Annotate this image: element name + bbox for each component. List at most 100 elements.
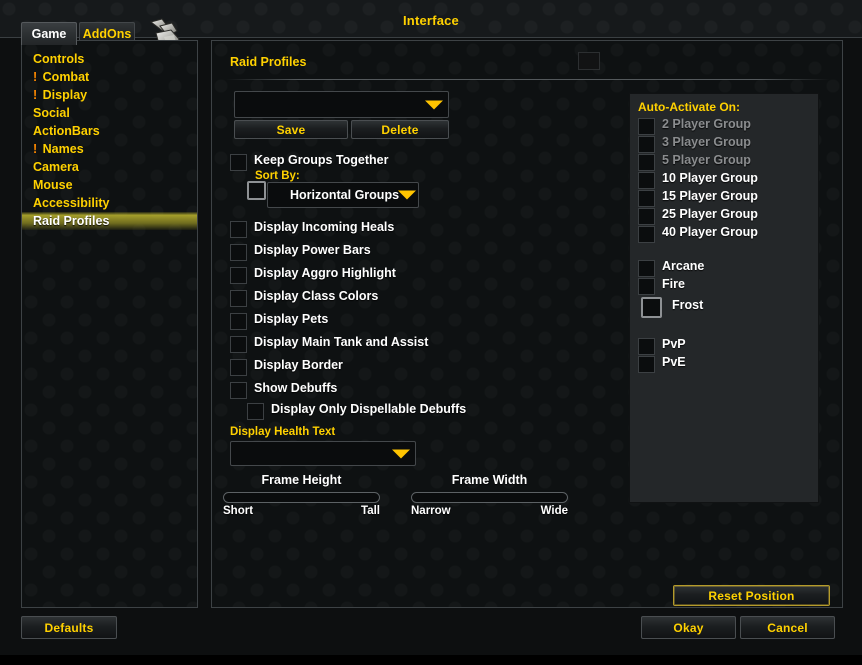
checkbox-label: 5 Player Group [662,153,751,167]
tab-game[interactable]: Game [21,22,77,45]
checkbox-box[interactable] [638,260,655,277]
slider-min-label: Narrow [411,505,451,517]
checkbox-box[interactable] [230,267,247,284]
checkbox-box[interactable] [247,403,264,420]
checkbox-box[interactable] [230,382,247,399]
reset-position-button[interactable]: Reset Position [673,585,830,606]
checkbox-box[interactable] [641,297,662,318]
sidebar-item-names[interactable]: ! Names [22,140,197,158]
screen-bottom-bar [0,655,862,665]
checkbox-label: 2 Player Group [662,117,751,131]
checkbox-box[interactable] [638,190,655,207]
health-text-dropdown[interactable] [230,441,416,466]
checkbox-box[interactable] [230,290,247,307]
checkbox-label: Frost [672,298,704,312]
tab-addons-label: AddOns [82,27,132,41]
checkbox-box[interactable] [638,226,655,243]
checkbox-label: Display Power Bars [254,243,371,257]
sidebar-item-mouse[interactable]: Mouse [22,176,197,194]
checkbox-box[interactable] [230,244,247,261]
auto-activate-title: Auto-Activate On: [638,100,740,114]
sidebar-item-social[interactable]: Social [22,104,197,122]
sidebar-item-label: Combat [42,70,90,84]
category-sidebar[interactable]: Controls ! Combat ! Display Social Actio… [21,40,198,608]
sidebar-item-camera[interactable]: Camera [22,158,197,176]
slider-max-label: Tall [361,505,380,517]
sort-by-dropdown-value: Horizontal Groups [290,188,400,202]
checkbox-box [638,136,655,153]
checkbox-label: Arcane [662,259,705,273]
checkbox-label: 25 Player Group [662,207,758,221]
sort-by-checkbox[interactable] [247,181,266,200]
sidebar-item-raid-profiles[interactable]: Raid Profiles [22,212,197,230]
checkbox-label: Display Aggro Highlight [254,266,396,280]
sidebar-item-label: Camera [33,160,79,174]
chevron-down-icon [398,190,416,200]
frame-height-slider[interactable]: Frame Height Short Tall [223,473,380,521]
profile-dropdown[interactable] [234,91,449,118]
checkbox-box[interactable] [230,313,247,330]
defaults-button-label: Defaults [44,621,94,635]
alert-icon: ! [33,142,38,156]
checkbox-label: Show Debuffs [254,381,338,395]
checkbox-box[interactable] [638,356,655,373]
slider-track[interactable] [411,492,568,503]
checkbox-box[interactable] [638,338,655,355]
checkbox-box [638,154,655,171]
checkbox-box[interactable] [230,221,247,238]
checkbox-label: PvP [662,337,686,351]
checkbox-box[interactable] [230,154,247,171]
header-swatch [578,52,600,70]
save-button-label: Save [276,123,306,137]
checkbox-box[interactable] [638,208,655,225]
checkbox-box [638,118,655,135]
checkbox-label: 15 Player Group [662,189,758,203]
tab-game-label: Game [31,27,67,41]
checkbox-label: 40 Player Group [662,225,758,239]
cancel-button-label: Cancel [767,621,808,635]
sidebar-item-label: Names [42,142,84,156]
checkbox-label: Keep Groups Together [254,153,389,167]
checkbox-box[interactable] [638,172,655,189]
display-health-text-label: Display Health Text [230,426,336,438]
sidebar-item-label: Raid Profiles [33,214,110,228]
checkbox-label: Display Class Colors [254,289,379,303]
sidebar-item-actionbars[interactable]: ActionBars [22,122,197,140]
sidebar-item-accessibility[interactable]: Accessibility [22,194,197,212]
checkbox-box[interactable] [230,359,247,376]
sidebar-item-combat[interactable]: ! Combat [22,68,197,86]
chevron-down-icon [392,449,410,458]
sidebar-item-label: Display [42,88,88,102]
sort-by-dropdown[interactable]: Horizontal Groups [267,182,419,208]
checkbox-box[interactable] [230,336,247,353]
delete-button-label: Delete [381,123,419,137]
slider-track[interactable] [223,492,380,503]
slider-title: Frame Height [261,473,342,487]
okay-button[interactable]: Okay [641,616,736,639]
okay-button-label: Okay [673,621,704,635]
checkbox-label: Fire [662,277,685,291]
slider-max-label: Wide [540,505,568,517]
checkbox-label: Display Only Dispellable Debuffs [271,402,467,416]
checkbox-label: Display Incoming Heals [254,220,395,234]
sidebar-item-label: Social [33,106,70,120]
checkbox-label: Display Pets [254,312,329,326]
chevron-down-icon [425,100,443,109]
checkbox-box[interactable] [638,278,655,295]
checkbox-label: 3 Player Group [662,135,751,149]
frame-width-slider[interactable]: Frame Width Narrow Wide [411,473,568,521]
slider-title: Frame Width [451,473,528,487]
sidebar-item-display[interactable]: ! Display [22,86,197,104]
alert-icon: ! [33,88,38,102]
sidebar-item-controls[interactable]: Controls [22,50,197,68]
defaults-button[interactable]: Defaults [21,616,117,639]
page-title: Raid Profiles [230,55,307,69]
checkbox-label: PvE [662,355,686,369]
interface-options-window: Interface Game AddOns Controls ! Combat … [0,0,862,665]
sidebar-item-label: ActionBars [33,124,100,138]
cancel-button[interactable]: Cancel [740,616,835,639]
delete-button[interactable]: Delete [351,120,449,139]
save-button[interactable]: Save [234,120,348,139]
auto-activate-panel: Auto-Activate On: 2 Player Group 3 Playe… [629,93,819,503]
panel-divider [226,79,830,80]
